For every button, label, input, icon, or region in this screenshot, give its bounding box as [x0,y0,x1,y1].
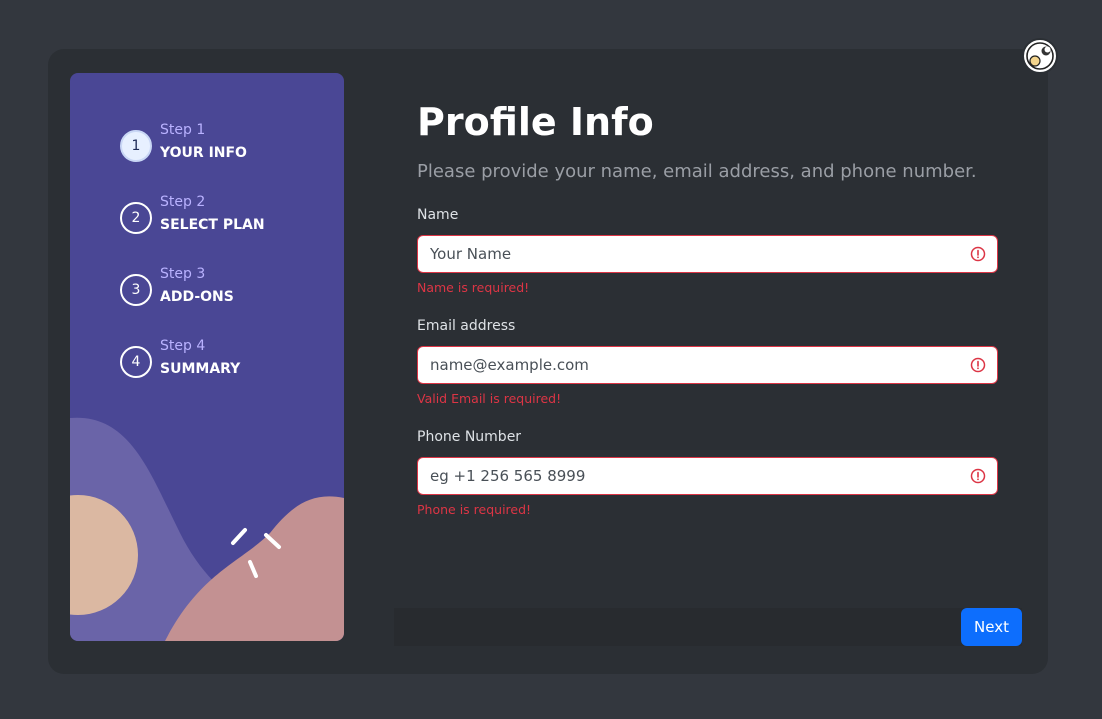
step-title: YOUR INFO [160,145,247,161]
step-sub-label: Step 4 [160,338,206,354]
step-sub-label: Step 1 [160,122,206,138]
phone-input[interactable] [418,458,997,494]
step-title: SUMMARY [160,361,241,377]
step-number: 4 [120,346,152,378]
page-title: Profile Info [417,100,654,144]
page-subtitle: Please provide your name, email address,… [417,161,977,182]
step-number: 2 [120,202,152,234]
theme-toggle-button[interactable] [1022,38,1058,74]
phone-error: Phone is required! [417,502,532,517]
step-sub-label: Step 2 [160,194,206,210]
email-error: Valid Email is required! [417,391,562,406]
phone-label: Phone Number [417,429,522,445]
theme-toggle-icon [1026,42,1054,70]
alert-circle-icon [970,246,986,262]
step-number: 3 [120,274,152,306]
name-error: Name is required! [417,280,530,295]
name-label: Name [417,207,459,223]
step-sidebar: 1 Step 1 YOUR INFO 2 Step 2 SELECT PLAN … [70,73,344,641]
name-input[interactable] [418,236,997,272]
next-button[interactable]: Next [961,608,1022,646]
email-label: Email address [417,318,516,334]
name-field-wrapper [417,235,998,273]
step-title: SELECT PLAN [160,217,265,233]
phone-field-wrapper [417,457,998,495]
email-field-wrapper [417,346,998,384]
alert-circle-icon [970,468,986,484]
step-sub-label: Step 3 [160,266,206,282]
email-input[interactable] [418,347,997,383]
step-title: ADD-ONS [160,289,234,305]
step-number: 1 [120,130,152,162]
alert-circle-icon [970,357,986,373]
form-footer [394,608,1022,646]
